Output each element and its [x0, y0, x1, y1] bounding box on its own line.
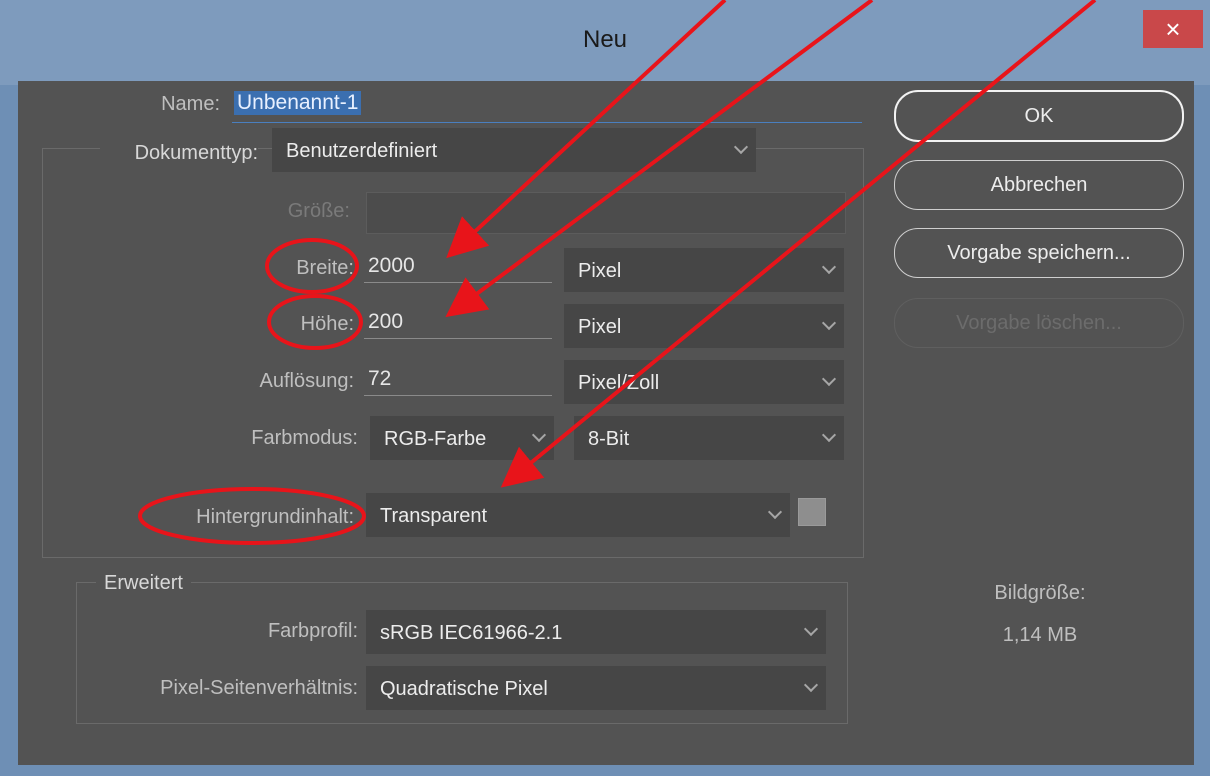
annotation-circle-breite — [265, 238, 359, 294]
annotation-arrow-breite — [446, 0, 727, 259]
annotation-circle-hoehe — [267, 294, 363, 350]
annotation-arrow-hoehe — [445, 0, 874, 318]
annotation-overlay — [138, 0, 1097, 545]
new-document-dialog: Neu × Name: Unbenannt-1 Dokumenttyp: Ben… — [0, 0, 1210, 776]
annotation-circle-hintergrund — [138, 487, 366, 545]
annotation-arrow-hintergrund — [500, 0, 1097, 488]
